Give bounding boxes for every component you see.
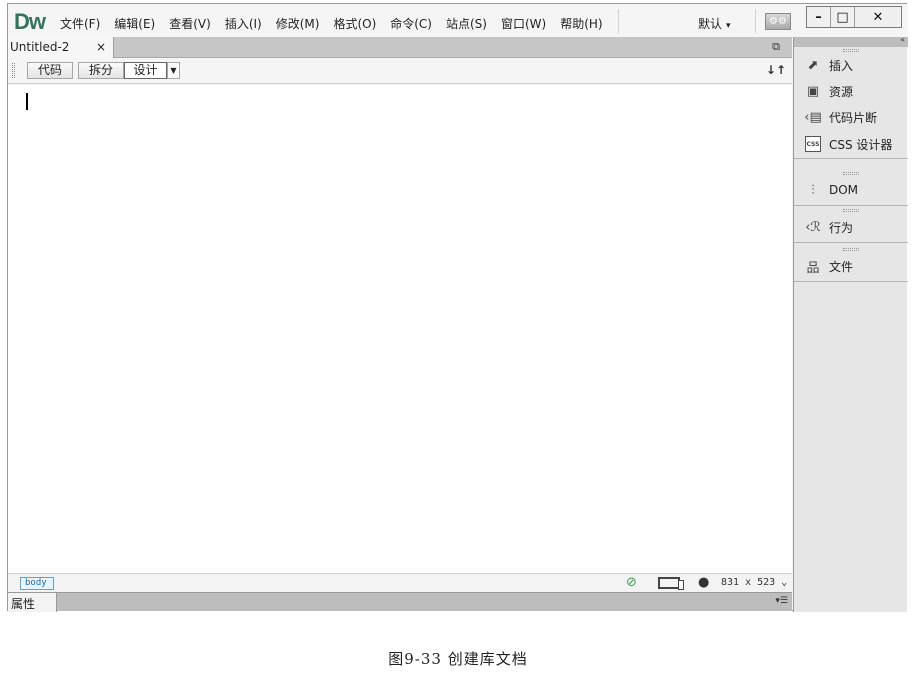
window-size-dropdown[interactable]: 831 x 523 ⌄ — [721, 577, 787, 588]
menu-commands[interactable]: 命令(C) — [390, 15, 432, 32]
sort-icon[interactable]: ↓↑ — [766, 63, 786, 77]
snippets-icon: ‹▤ — [804, 109, 822, 125]
menu-list: 文件(F) 编辑(E) 查看(V) 插入(I) 修改(M) 格式(O) 命令(C… — [60, 15, 617, 32]
workspace-label: 默认 — [698, 17, 723, 31]
menu-site[interactable]: 站点(S) — [446, 15, 487, 32]
panel-item-snippets[interactable]: ‹▤ 代码片断 — [794, 104, 908, 130]
validation-ok-icon[interactable]: ⊘ — [626, 575, 637, 590]
panel-group-files: 品 文件 — [794, 246, 908, 282]
design-view-button[interactable]: 设计 — [124, 62, 167, 79]
maximize-button[interactable]: □ — [831, 7, 855, 27]
menu-modify[interactable]: 修改(M) — [276, 15, 320, 32]
properties-tab[interactable]: 属性 — [8, 593, 57, 612]
document-tabbar: Untitled-2 × ⧉ — [8, 37, 792, 58]
files-icon: 品 — [806, 260, 820, 276]
code-view-button[interactable]: 代码 — [27, 62, 73, 79]
menu-view[interactable]: 查看(V) — [169, 15, 211, 32]
window-controls: – □ ✕ — [806, 6, 902, 28]
panel-group-main: ⬈ 插入 ▣ 资源 ‹▤ 代码片断 CSS CSS 设计器 — [794, 47, 908, 159]
document-tab[interactable]: Untitled-2 × — [8, 37, 114, 58]
menu-file[interactable]: 文件(F) — [60, 15, 100, 32]
panel-item-insert[interactable]: ⬈ 插入 — [794, 52, 908, 78]
device-preview-icon[interactable] — [658, 577, 684, 590]
panel-group-dom: ⫶ DOM — [794, 170, 908, 206]
panel-item-dom[interactable]: ⫶ DOM — [794, 175, 908, 205]
panel-menu-icon[interactable]: ▾☰ — [775, 596, 788, 606]
menu-edit[interactable]: 编辑(E) — [114, 15, 155, 32]
panel-item-label: 行为 — [829, 220, 854, 235]
menubar: Dw 文件(F) 编辑(E) 查看(V) 插入(I) 修改(M) 格式(O) 命… — [8, 4, 908, 37]
panel-item-label: 代码片断 — [829, 110, 878, 125]
browser-preview-icon[interactable]: ● — [698, 575, 709, 590]
tag-selector-body[interactable]: body — [20, 577, 54, 590]
menu-window[interactable]: 窗口(W) — [501, 15, 546, 32]
panel-item-label: 文件 — [829, 259, 854, 274]
menu-format[interactable]: 格式(O) — [333, 15, 376, 32]
panel-item-files[interactable]: 品 文件 — [794, 251, 908, 281]
menu-help[interactable]: 帮助(H) — [560, 15, 602, 32]
collapse-panels-icon[interactable]: « — [900, 35, 905, 44]
panel-item-label: CSS 设计器 — [829, 137, 893, 152]
design-canvas[interactable] — [8, 85, 792, 573]
menubar-divider — [755, 9, 756, 33]
chevron-down-icon: ▾ — [726, 21, 731, 31]
minimize-button[interactable]: – — [807, 7, 831, 27]
assets-icon: ▣ — [806, 83, 820, 99]
panel-item-assets[interactable]: ▣ 资源 — [794, 78, 908, 104]
panel-item-label: DOM — [829, 183, 859, 197]
workspace-switcher[interactable]: 默认 ▾ — [698, 15, 731, 32]
behaviors-icon: ‹ℛ — [805, 219, 821, 235]
app-logo: Dw — [14, 9, 46, 34]
split-view-button[interactable]: 拆分 — [78, 62, 124, 79]
restore-window-icon[interactable]: ⧉ — [772, 40, 780, 54]
dreamweaver-window: Dw 文件(F) 编辑(E) 查看(V) 插入(I) 修改(M) 格式(O) 命… — [7, 3, 908, 612]
panel-dock: « ⬈ 插入 ▣ 资源 ‹▤ 代码片断 CSS CSS 设计器 ⫶ DOM ‹ℛ… — [793, 35, 908, 612]
close-button[interactable]: ✕ — [855, 7, 901, 27]
view-dropdown-icon[interactable]: ▼ — [167, 62, 180, 79]
window-size-value: 831 x 523 — [721, 577, 776, 588]
panel-item-label: 资源 — [829, 84, 854, 99]
css-designer-icon: CSS — [805, 136, 821, 152]
close-tab-icon[interactable]: × — [96, 40, 106, 54]
dom-icon: ⫶ — [811, 182, 815, 198]
figure-caption: 图9-33 创建库文档 — [388, 650, 528, 668]
text-caret — [26, 93, 28, 110]
menu-insert[interactable]: 插入(I) — [225, 15, 262, 32]
panel-group-behaviors: ‹ℛ 行为 — [794, 207, 908, 243]
document-toolbar: 代码 拆分 设计 ▼ ↓↑ — [8, 58, 792, 84]
status-bar: body ⊘ ● 831 x 523 ⌄ — [8, 573, 792, 592]
toolbar-grip[interactable] — [12, 63, 15, 78]
sync-settings-icon[interactable]: ⚙⚙ — [765, 13, 791, 30]
document-tab-title: Untitled-2 — [10, 40, 70, 54]
panel-dock-header: « — [794, 35, 908, 47]
insert-icon: ⬈ — [807, 57, 819, 73]
properties-panel-bar: 属性 ▾☰ — [8, 592, 792, 612]
menubar-divider — [618, 9, 619, 33]
panel-item-css-designer[interactable]: CSS CSS 设计器 — [794, 130, 908, 158]
panel-item-behaviors[interactable]: ‹ℛ 行为 — [794, 212, 908, 242]
panel-item-label: 插入 — [829, 58, 854, 73]
document-area: Untitled-2 × ⧉ 代码 拆分 设计 ▼ ↓↑ body ⊘ ● 83… — [8, 37, 792, 612]
